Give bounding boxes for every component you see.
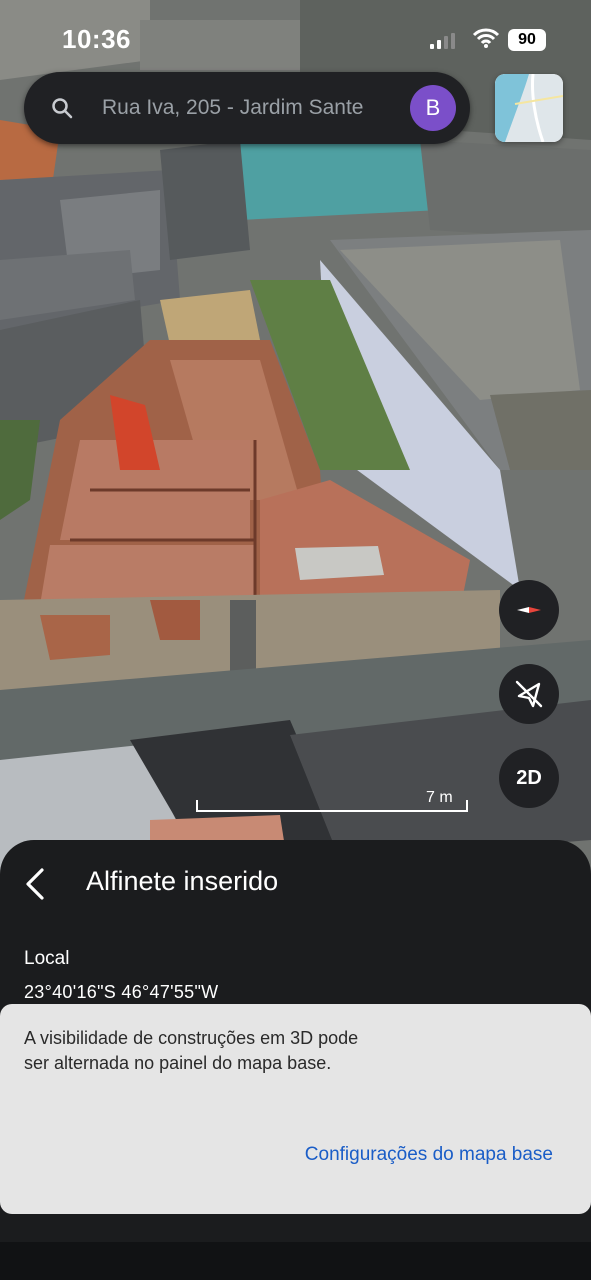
compass-icon: [517, 607, 541, 613]
sheet-title: Alfinete inserido: [86, 866, 279, 896]
bottom-area: [0, 1242, 591, 1280]
cellular-signal-icon: [430, 33, 455, 49]
snackbar-message: A visibilidade de construções em 3D pode…: [24, 1028, 359, 1073]
tilt-off-icon: [515, 680, 543, 708]
search-bar[interactable]: Rua Iva, 205 - Jardim Sante B: [24, 72, 470, 144]
battery-indicator: 90: [508, 29, 546, 51]
info-snackbar: A visibilidade de construções em 3D pode…: [0, 1004, 591, 1214]
location-label: Local: [24, 948, 70, 969]
view-mode-2d-button[interactable]: 2D: [499, 748, 559, 808]
search-icon[interactable]: [50, 96, 74, 120]
tilt-toggle-button[interactable]: [499, 664, 559, 724]
basemap-settings-link[interactable]: Configurações do mapa base: [305, 1144, 553, 1166]
map-layers-button[interactable]: [495, 74, 563, 142]
map-scale-bar: [196, 800, 468, 812]
location-coordinates[interactable]: 23°40'16"S 46°47'55"W: [24, 982, 218, 1003]
back-arrow-icon[interactable]: [20, 864, 52, 904]
map-thumbnail-icon: [495, 74, 563, 142]
wifi-icon: [472, 28, 500, 48]
avatar[interactable]: B: [410, 85, 456, 131]
status-bar: 10:36 90: [0, 0, 591, 80]
status-time: 10:36: [62, 24, 131, 54]
search-input[interactable]: Rua Iva, 205 - Jardim Sante: [102, 72, 394, 144]
compass-button[interactable]: [499, 580, 559, 640]
